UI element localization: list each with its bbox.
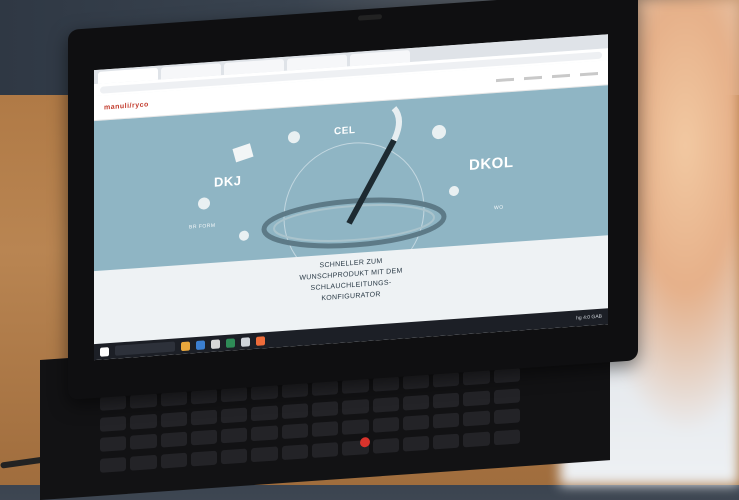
keyboard-key[interactable]	[281, 402, 308, 419]
keyboard-key[interactable]	[463, 410, 490, 427]
webcam	[358, 14, 382, 21]
keyboard-key[interactable]	[160, 432, 187, 448]
keyboard-key[interactable]	[190, 450, 218, 467]
keyboard-key[interactable]	[402, 394, 430, 411]
keyboard-key[interactable]	[160, 411, 187, 428]
keyboard-key[interactable]	[190, 409, 218, 426]
nav-item[interactable]	[496, 77, 514, 82]
keyboard-key[interactable]	[402, 415, 430, 432]
keyboard-key[interactable]	[281, 423, 308, 440]
keyboard-key[interactable]	[372, 438, 399, 454]
keyboard-key[interactable]	[100, 436, 127, 453]
nav-item[interactable]	[524, 75, 542, 80]
app-icon[interactable]	[226, 337, 235, 348]
hero-label-cel[interactable]: CEL	[334, 125, 356, 138]
windows-start-icon[interactable]	[100, 346, 109, 357]
app-icon[interactable]	[241, 336, 250, 347]
keyboard-key[interactable]	[281, 444, 308, 461]
keyboard-key[interactable]	[130, 455, 157, 471]
keyboard-key[interactable]	[312, 400, 339, 417]
hero-label-dkj[interactable]: DKJ	[214, 173, 242, 190]
site-nav	[496, 71, 598, 82]
laptop-lid: manuli/ryco CEL DKJ DKOL BR FORM WO SCHN…	[68, 0, 638, 400]
os-taskbar: hg 4:0 GAB	[94, 308, 608, 361]
keyboard-key[interactable]	[160, 452, 187, 469]
keyboard-key[interactable]	[493, 388, 520, 404]
keyboard-key[interactable]	[251, 425, 278, 442]
keyboard-key[interactable]	[221, 448, 248, 465]
keyboard-key[interactable]	[372, 417, 399, 434]
taskbar-search[interactable]	[115, 341, 175, 356]
keyboard-key[interactable]	[493, 408, 520, 425]
hero-label-dkol[interactable]: DKOL	[469, 154, 514, 174]
keyboard-key[interactable]	[130, 413, 157, 430]
keyboard-key[interactable]	[463, 431, 490, 448]
nav-item[interactable]	[580, 71, 598, 76]
keyboard-key[interactable]	[221, 427, 248, 444]
keyboard-key[interactable]	[100, 415, 127, 432]
keyboard-key[interactable]	[312, 442, 339, 459]
keyboard-key[interactable]	[342, 419, 369, 436]
keyboard-key[interactable]	[372, 396, 399, 413]
app-icon[interactable]	[181, 340, 190, 351]
keyboard-key[interactable]	[433, 392, 460, 409]
app-icon[interactable]	[211, 338, 220, 349]
keyboard-key[interactable]	[100, 457, 127, 473]
site-logo[interactable]: manuli/ryco	[104, 101, 149, 111]
keyboard-key[interactable]	[342, 398, 369, 415]
hero-label-small-right[interactable]: WO	[494, 205, 504, 212]
keyboard-key[interactable]	[130, 434, 157, 451]
laptop-screen: manuli/ryco CEL DKJ DKOL BR FORM WO SCHN…	[94, 34, 608, 361]
app-icon[interactable]	[256, 335, 265, 346]
app-icon[interactable]	[196, 339, 205, 350]
keyboard-key[interactable]	[402, 435, 430, 452]
keyboard-key[interactable]	[190, 430, 218, 446]
keyboard-key[interactable]	[221, 407, 248, 423]
keyboard-key[interactable]	[463, 390, 490, 406]
keyboard-key[interactable]	[312, 421, 339, 438]
keyboard-key[interactable]	[251, 446, 278, 463]
nav-item[interactable]	[552, 73, 570, 78]
keyboard-key[interactable]	[493, 429, 520, 446]
taskbar-clock: hg 4:0 GAB	[576, 313, 602, 322]
keyboard-key[interactable]	[433, 413, 460, 429]
keyboard-key[interactable]	[433, 433, 460, 450]
keyboard-key[interactable]	[251, 404, 278, 421]
